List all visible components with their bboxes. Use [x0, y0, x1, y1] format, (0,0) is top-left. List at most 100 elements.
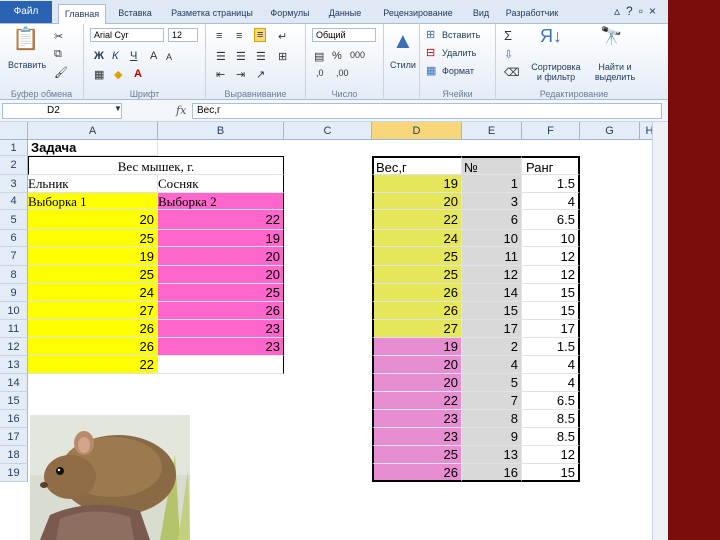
- cell-b12[interactable]: 23: [158, 338, 284, 356]
- cell-e10[interactable]: 15: [462, 302, 522, 320]
- delete-cells-button[interactable]: Удалить: [442, 48, 476, 58]
- cell-e3[interactable]: 1: [462, 175, 522, 193]
- ribbon-minimize-icon[interactable]: ▵: [614, 4, 626, 18]
- cell-f18[interactable]: 12: [522, 446, 580, 464]
- row-header-12[interactable]: 12: [0, 338, 28, 356]
- font-name-select[interactable]: Arial Cyr: [90, 28, 164, 42]
- decrease-font-icon[interactable]: A: [166, 52, 172, 62]
- cell-d11[interactable]: 27: [372, 320, 462, 338]
- cell-b7[interactable]: 20: [158, 247, 284, 266]
- cell-b9[interactable]: 25: [158, 284, 284, 302]
- row-header-11[interactable]: 11: [0, 320, 28, 338]
- increase-font-icon[interactable]: A: [150, 50, 157, 62]
- row-header-7[interactable]: 7: [0, 247, 28, 266]
- cell-e11[interactable]: 17: [462, 320, 522, 338]
- cell-a10[interactable]: 27: [28, 302, 158, 320]
- cell-f15[interactable]: 6.5: [522, 392, 580, 410]
- align-right-icon[interactable]: ☰: [256, 50, 266, 63]
- vertical-scrollbar[interactable]: [652, 122, 668, 540]
- indent-decrease-icon[interactable]: ⇤: [216, 68, 225, 81]
- cell-d7[interactable]: 25: [372, 247, 462, 266]
- insert-cells-icon[interactable]: ⊞: [426, 28, 435, 41]
- cell-f13[interactable]: 4: [522, 356, 580, 374]
- styles-button[interactable]: Стили: [390, 60, 416, 70]
- cell-f3[interactable]: 1.5: [522, 175, 580, 193]
- cell-e17[interactable]: 9: [462, 428, 522, 446]
- paste-icon[interactable]: 📋: [12, 26, 39, 52]
- tab-file[interactable]: Файл: [0, 1, 52, 23]
- align-center-icon[interactable]: ☰: [236, 50, 246, 63]
- paste-button[interactable]: Вставить: [8, 60, 46, 70]
- cell-a12[interactable]: 26: [28, 338, 158, 356]
- column-header-a[interactable]: A: [28, 122, 158, 140]
- column-header-d[interactable]: D: [372, 122, 462, 140]
- indent-increase-icon[interactable]: ⇥: [236, 68, 245, 81]
- restore-icon[interactable]: ▫: [639, 4, 649, 18]
- number-format-select[interactable]: Общий: [312, 28, 376, 42]
- clear-icon[interactable]: ⌫: [504, 66, 520, 79]
- tab-view[interactable]: Вид: [466, 4, 496, 24]
- delete-cells-icon[interactable]: ⊟: [426, 46, 435, 59]
- row-header-2[interactable]: 2: [0, 156, 28, 175]
- cell-e19[interactable]: 16: [462, 464, 522, 482]
- cell-b8[interactable]: 20: [158, 266, 284, 284]
- cell-d2[interactable]: Вес,г: [372, 156, 462, 175]
- increase-decimal-icon[interactable]: ,0: [316, 68, 324, 78]
- cell-d5[interactable]: 22: [372, 210, 462, 230]
- cell-e4[interactable]: 3: [462, 193, 522, 210]
- bold-button[interactable]: Ж: [94, 50, 104, 62]
- cell-f19[interactable]: 15: [522, 464, 580, 482]
- format-cells-button[interactable]: Формат: [442, 66, 474, 76]
- cell-b3[interactable]: Сосняк: [158, 175, 284, 193]
- cut-icon[interactable]: ✂: [54, 30, 63, 43]
- cell-d19[interactable]: 26: [372, 464, 462, 482]
- sort-filter-button[interactable]: Сортировка и фильтр: [528, 62, 584, 82]
- cell-e8[interactable]: 12: [462, 266, 522, 284]
- align-left-icon[interactable]: ☰: [216, 50, 226, 63]
- row-header-8[interactable]: 8: [0, 266, 28, 284]
- cell-a6[interactable]: 25: [28, 230, 158, 247]
- cell-f14[interactable]: 4: [522, 374, 580, 392]
- cell-f16[interactable]: 8.5: [522, 410, 580, 428]
- column-header-f[interactable]: F: [522, 122, 580, 140]
- cell-d3[interactable]: 19: [372, 175, 462, 193]
- cell-f9[interactable]: 15: [522, 284, 580, 302]
- cell-a2-b2[interactable]: Вес мышек, г.: [28, 156, 284, 175]
- fx-icon[interactable]: fx: [176, 104, 186, 117]
- row-header-10[interactable]: 10: [0, 302, 28, 320]
- font-color-icon[interactable]: A: [134, 68, 142, 80]
- cell-d8[interactable]: 25: [372, 266, 462, 284]
- cell-a7[interactable]: 19: [28, 247, 158, 266]
- cell-f4[interactable]: 4: [522, 193, 580, 210]
- cell-f2[interactable]: Ранг: [522, 156, 580, 175]
- cell-d14[interactable]: 20: [372, 374, 462, 392]
- percent-icon[interactable]: %: [332, 50, 342, 62]
- cell-f8[interactable]: 12: [522, 266, 580, 284]
- cell-d9[interactable]: 26: [372, 284, 462, 302]
- sort-filter-icon[interactable]: Я↓: [540, 26, 562, 47]
- cell-d12[interactable]: 19: [372, 338, 462, 356]
- row-header-4[interactable]: 4: [0, 193, 28, 210]
- cell-f17[interactable]: 8.5: [522, 428, 580, 446]
- cell-d17[interactable]: 23: [372, 428, 462, 446]
- cell-e16[interactable]: 8: [462, 410, 522, 428]
- fill-icon[interactable]: ⇩: [504, 48, 513, 61]
- help-icon[interactable]: ?: [626, 4, 639, 18]
- row-header-13[interactable]: 13: [0, 356, 28, 374]
- font-size-select[interactable]: 12: [168, 28, 198, 42]
- row-header-15[interactable]: 15: [0, 392, 28, 410]
- align-middle-icon[interactable]: ≡: [236, 30, 242, 42]
- cell-a9[interactable]: 24: [28, 284, 158, 302]
- cell-f6[interactable]: 10: [522, 230, 580, 247]
- cell-a8[interactable]: 25: [28, 266, 158, 284]
- row-header-14[interactable]: 14: [0, 374, 28, 392]
- row-header-5[interactable]: 5: [0, 210, 28, 230]
- format-cells-icon[interactable]: ▦: [426, 64, 436, 77]
- copy-icon[interactable]: ⧉: [54, 48, 62, 61]
- borders-icon[interactable]: ▦: [94, 68, 104, 81]
- cell-a13[interactable]: 22: [28, 356, 158, 374]
- cell-e18[interactable]: 13: [462, 446, 522, 464]
- column-header-e[interactable]: E: [462, 122, 522, 140]
- styles-icon[interactable]: ▲: [392, 28, 414, 54]
- row-header-6[interactable]: 6: [0, 230, 28, 247]
